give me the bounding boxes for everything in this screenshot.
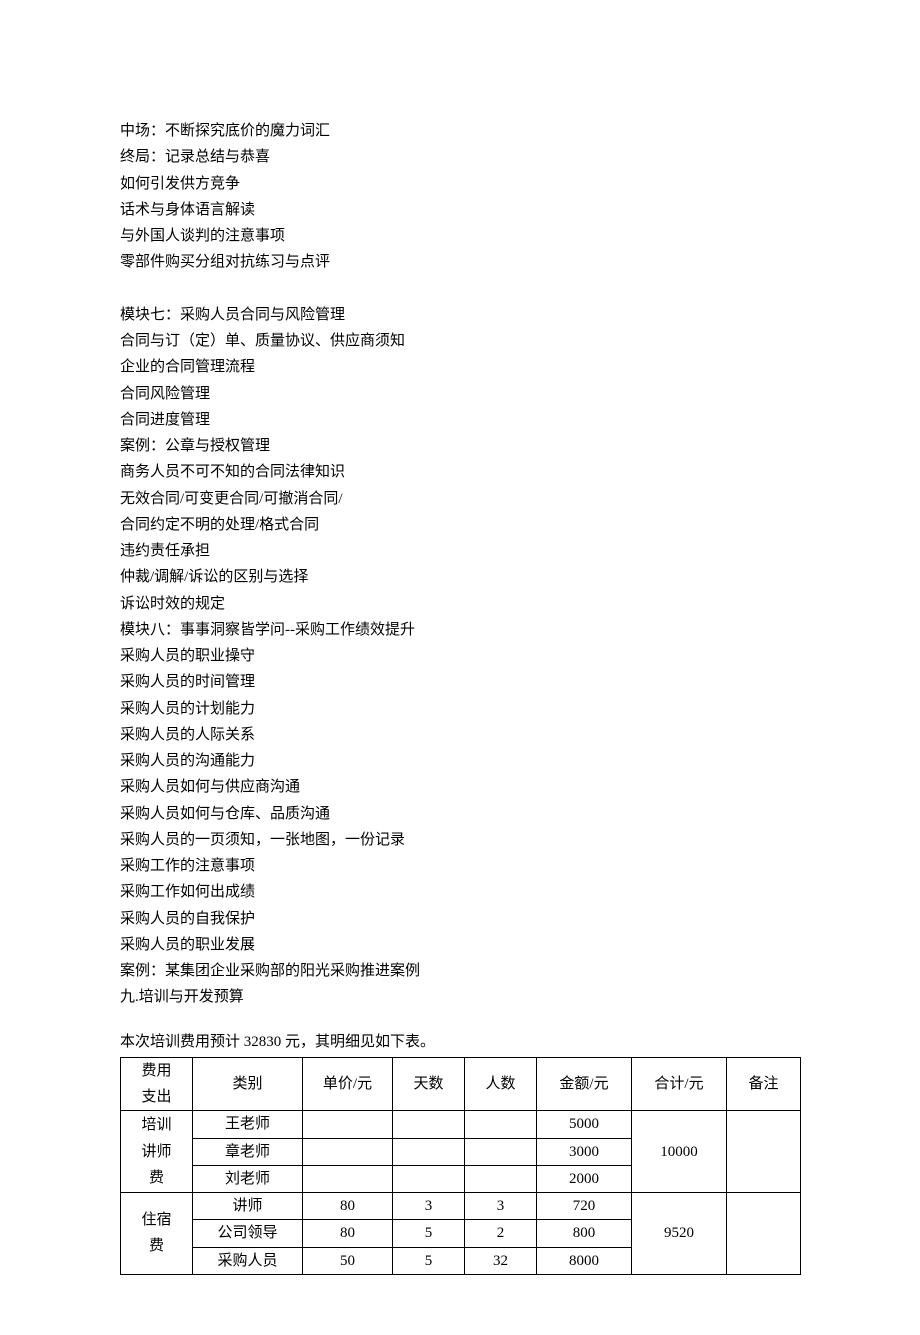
cell-category: 公司领导 xyxy=(193,1220,303,1247)
header-expense: 费用支出 xyxy=(121,1057,193,1111)
table-row: 住宿费讲师80337209520 xyxy=(121,1193,801,1220)
body-line: 如何引发供方竞争 xyxy=(120,171,800,197)
cell-remark xyxy=(727,1193,801,1275)
cell-people: 2 xyxy=(465,1220,537,1247)
header-row: 费用支出类别单价/元天数人数金额/元合计/元备注 xyxy=(121,1057,801,1111)
budget-table: 费用支出类别单价/元天数人数金额/元合计/元备注培训讲师费王老师50001000… xyxy=(120,1057,801,1275)
body-line: 采购工作如何出成绩 xyxy=(120,879,800,905)
cell-amount: 2000 xyxy=(537,1165,632,1192)
cell-amount: 720 xyxy=(537,1193,632,1220)
text-block-2: 模块七：采购人员合同与风险管理合同与订（定）单、质量协议、供应商须知企业的合同管… xyxy=(120,302,800,1011)
body-line: 诉讼时效的规定 xyxy=(120,591,800,617)
body-line: 采购人员的人际关系 xyxy=(120,722,800,748)
cell-subtotal: 10000 xyxy=(632,1111,727,1193)
body-line: 采购人员的沟通能力 xyxy=(120,748,800,774)
body-line: 仲裁/调解/诉讼的区别与选择 xyxy=(120,564,800,590)
body-line: 采购人员的一页须知，一张地图，一份记录 xyxy=(120,827,800,853)
header-remark: 备注 xyxy=(727,1057,801,1111)
header-unit-price: 单价/元 xyxy=(303,1057,393,1111)
header-total: 合计/元 xyxy=(632,1057,727,1111)
body-line: 案例：某集团企业采购部的阳光采购推进案例 xyxy=(120,958,800,984)
body-line: 中场：不断探究底价的魔力词汇 xyxy=(120,118,800,144)
table-row: 培训讲师费王老师500010000 xyxy=(121,1111,801,1138)
group-label: 培训讲师费 xyxy=(121,1111,193,1193)
body-line: 与外国人谈判的注意事项 xyxy=(120,223,800,249)
cell-amount: 800 xyxy=(537,1220,632,1247)
body-line: 合同风险管理 xyxy=(120,381,800,407)
body-line: 模块八：事事洞察皆学问--采购工作绩效提升 xyxy=(120,617,800,643)
header-people: 人数 xyxy=(465,1057,537,1111)
body-line: 采购人员如何与供应商沟通 xyxy=(120,774,800,800)
body-line: 企业的合同管理流程 xyxy=(120,354,800,380)
body-line: 采购工作的注意事项 xyxy=(120,853,800,879)
body-line: 采购人员的自我保护 xyxy=(120,906,800,932)
text-block-1: 中场：不断探究底价的魔力词汇终局：记录总结与恭喜如何引发供方竞争话术与身体语言解… xyxy=(120,118,800,276)
body-line: 案例：公章与授权管理 xyxy=(120,433,800,459)
cell-people xyxy=(465,1138,537,1165)
cell-people: 32 xyxy=(465,1247,537,1274)
body-line: 商务人员不可不知的合同法律知识 xyxy=(120,459,800,485)
cell-days xyxy=(393,1111,465,1138)
cell-amount: 3000 xyxy=(537,1138,632,1165)
cell-days: 5 xyxy=(393,1220,465,1247)
body-line: 采购人员的职业发展 xyxy=(120,932,800,958)
cell-category: 讲师 xyxy=(193,1193,303,1220)
cell-amount: 8000 xyxy=(537,1247,632,1274)
cell-days xyxy=(393,1165,465,1192)
cell-category: 采购人员 xyxy=(193,1247,303,1274)
body-line: 违约责任承担 xyxy=(120,538,800,564)
budget-summary-line: 本次培训费用预计 32830 元，其明细见如下表。 xyxy=(120,1029,800,1055)
cell-category: 王老师 xyxy=(193,1111,303,1138)
cell-subtotal: 9520 xyxy=(632,1193,727,1275)
body-line: 九.培训与开发预算 xyxy=(120,984,800,1010)
header-amount: 金额/元 xyxy=(537,1057,632,1111)
body-line: 话术与身体语言解读 xyxy=(120,197,800,223)
body-line: 无效合同/可变更合同/可撤消合同/ xyxy=(120,486,800,512)
body-line: 合同进度管理 xyxy=(120,407,800,433)
cell-category: 刘老师 xyxy=(193,1165,303,1192)
cell-unit-price xyxy=(303,1111,393,1138)
cell-category: 章老师 xyxy=(193,1138,303,1165)
cell-unit-price: 80 xyxy=(303,1193,393,1220)
cell-unit-price: 80 xyxy=(303,1220,393,1247)
cell-days: 5 xyxy=(393,1247,465,1274)
header-category: 类别 xyxy=(193,1057,303,1111)
cell-unit-price: 50 xyxy=(303,1247,393,1274)
body-line: 零部件购买分组对抗练习与点评 xyxy=(120,249,800,275)
cell-unit-price xyxy=(303,1138,393,1165)
body-line: 采购人员的计划能力 xyxy=(120,696,800,722)
header-days: 天数 xyxy=(393,1057,465,1111)
blank-line xyxy=(120,276,800,302)
body-line: 合同约定不明的处理/格式合同 xyxy=(120,512,800,538)
cell-remark xyxy=(727,1111,801,1193)
cell-people xyxy=(465,1165,537,1192)
body-line: 终局：记录总结与恭喜 xyxy=(120,144,800,170)
cell-people xyxy=(465,1111,537,1138)
body-line: 采购人员的时间管理 xyxy=(120,669,800,695)
body-line: 采购人员的职业操守 xyxy=(120,643,800,669)
group-label: 住宿费 xyxy=(121,1193,193,1275)
cell-days xyxy=(393,1138,465,1165)
body-line: 采购人员如何与仓库、品质沟通 xyxy=(120,801,800,827)
body-line: 模块七：采购人员合同与风险管理 xyxy=(120,302,800,328)
body-line: 合同与订（定）单、质量协议、供应商须知 xyxy=(120,328,800,354)
document-page: 中场：不断探究底价的魔力词汇终局：记录总结与恭喜如何引发供方竞争话术与身体语言解… xyxy=(0,0,920,1335)
cell-unit-price xyxy=(303,1165,393,1192)
cell-amount: 5000 xyxy=(537,1111,632,1138)
cell-days: 3 xyxy=(393,1193,465,1220)
cell-people: 3 xyxy=(465,1193,537,1220)
